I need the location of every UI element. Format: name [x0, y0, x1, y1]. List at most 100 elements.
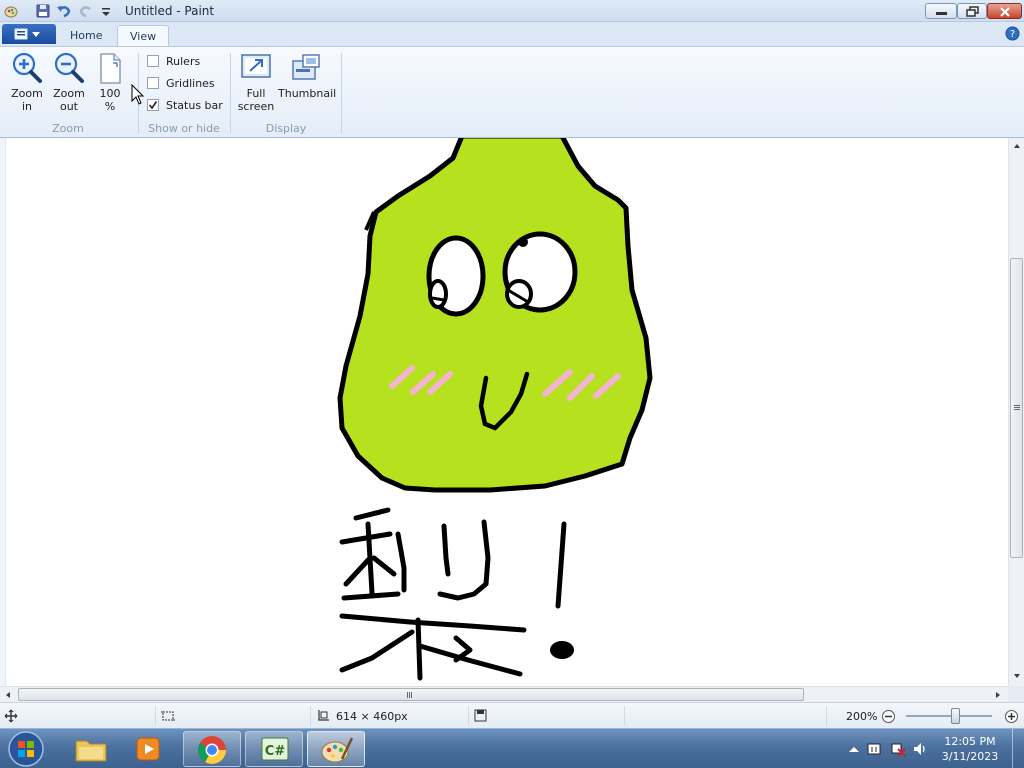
grip-icon — [1014, 405, 1020, 406]
minimize-icon — [936, 12, 947, 15]
selection-size-icon — [161, 711, 175, 721]
zoom-in-button[interactable]: Zoom in — [6, 51, 48, 113]
close-button[interactable] — [987, 3, 1022, 19]
zoom-group-label: Zoom — [52, 122, 84, 135]
statusbar-label: Status bar — [166, 99, 223, 112]
zoom-out-label-2: out — [59, 100, 78, 113]
full-screen-label-2: screen — [237, 100, 275, 113]
zoom-slider-track[interactable] — [906, 715, 992, 717]
zoom-in-icon — [12, 52, 42, 83]
canvas-area[interactable] — [0, 138, 1008, 686]
action-center-icon[interactable] — [866, 741, 882, 757]
zoom-level: 200% — [846, 710, 878, 723]
zoom-in-label-2: in — [21, 100, 33, 113]
ribbon-tab-row: Home View ? — [0, 22, 1024, 46]
close-icon — [1000, 7, 1010, 17]
vertical-scroll-thumb[interactable] — [1010, 258, 1023, 558]
volume-icon[interactable] — [912, 741, 928, 757]
window-title: Untitled - Paint — [125, 4, 215, 18]
svg-text:C#: C# — [265, 744, 286, 759]
gridlines-checkbox-box[interactable] — [147, 77, 159, 89]
actual-size-button[interactable]: 100 % — [92, 51, 128, 113]
zoom-out-label-1: Zoom — [53, 87, 85, 100]
redo-icon[interactable] — [78, 3, 94, 19]
clock-time: 12:05 PM — [944, 735, 996, 748]
help-icon[interactable]: ? — [1005, 26, 1020, 41]
grip-icon — [407, 692, 408, 698]
start-orb-icon[interactable] — [6, 730, 46, 768]
ribbon-panel: Zoom in Zoom out 100 % Zoom Rulers Gridl… — [0, 46, 1024, 138]
image-size-icon — [318, 710, 329, 721]
group-divider — [341, 53, 342, 133]
status-separator — [468, 706, 469, 726]
paint-menu-button[interactable] — [2, 24, 56, 44]
csharp-icon: C# — [261, 737, 289, 761]
mouse-cursor-icon — [131, 84, 145, 105]
zoom-out-button[interactable]: Zoom out — [48, 51, 90, 113]
customize-quick-access-icon[interactable] — [98, 3, 114, 19]
tab-home[interactable]: Home — [58, 25, 114, 46]
status-separator — [826, 706, 827, 726]
show-hidden-icons-icon[interactable] — [846, 741, 862, 757]
full-screen-button[interactable]: Full screen — [236, 51, 276, 113]
scrollbar-corner — [1008, 686, 1024, 702]
media-player-icon — [136, 737, 160, 761]
status-separator — [624, 706, 625, 726]
paint-app-icon[interactable] — [3, 3, 19, 19]
show-or-hide-group-label: Show or hide — [148, 122, 220, 135]
chrome-icon — [198, 736, 226, 764]
thumbnail-icon — [292, 54, 320, 80]
thumbnail-label: Thumbnail — [278, 87, 337, 100]
horizontal-scrollbar[interactable] — [0, 686, 1008, 702]
zoom-in-label-1: Zoom — [11, 87, 43, 100]
status-bar: 614 × 460px 200% — [0, 702, 1024, 728]
folder-icon — [75, 740, 107, 762]
full-screen-icon — [241, 54, 271, 78]
restore-button[interactable] — [957, 3, 987, 19]
disk-size-icon — [474, 709, 487, 722]
rulers-checkbox-box[interactable] — [147, 55, 159, 67]
status-separator — [310, 706, 311, 726]
scroll-down-icon[interactable] — [1013, 672, 1021, 680]
zoom-slider-thumb[interactable] — [951, 708, 960, 724]
drawing-canvas[interactable] — [0, 138, 1008, 686]
paint-icon — [321, 737, 354, 763]
group-divider — [230, 53, 231, 133]
actual-size-label-1: 100 — [99, 87, 121, 100]
gridlines-label: Gridlines — [166, 77, 215, 90]
thumbnail-button[interactable]: Thumbnail — [278, 51, 337, 100]
system-clock[interactable]: 12:05 PM 3/11/2023 — [930, 734, 1010, 764]
left-eye — [426, 235, 486, 317]
restore-icon — [966, 6, 979, 17]
scroll-up-icon[interactable] — [1013, 142, 1021, 150]
menu-icon — [14, 28, 40, 40]
cursor-position-icon — [4, 709, 18, 723]
clock-date: 3/11/2023 — [941, 750, 999, 763]
show-desktop-button[interactable] — [1012, 729, 1024, 768]
status-separator — [155, 706, 156, 726]
page-100-icon — [100, 53, 121, 84]
network-icon[interactable] — [890, 741, 906, 757]
scroll-right-icon[interactable] — [994, 691, 1002, 699]
statusbar-checkbox-box[interactable] — [147, 99, 159, 111]
taskbar-chrome[interactable] — [183, 731, 241, 767]
zoom-in-small-icon[interactable] — [1004, 709, 1019, 724]
horizontal-scroll-thumb[interactable] — [18, 688, 804, 701]
vertical-scrollbar[interactable] — [1008, 138, 1024, 686]
taskbar-csharp-app[interactable]: C# — [245, 731, 303, 767]
svg-text:?: ? — [1010, 29, 1015, 40]
taskbar: C# 12:05 PM 3/11/2023 — [0, 728, 1024, 768]
undo-icon[interactable] — [56, 3, 72, 19]
image-dimensions: 614 × 460px — [336, 710, 408, 723]
scroll-left-icon[interactable] — [4, 691, 12, 699]
right-eye — [502, 231, 578, 313]
save-icon[interactable] — [35, 3, 51, 19]
taskbar-media-player[interactable] — [120, 731, 178, 767]
minimize-button[interactable] — [925, 3, 957, 19]
taskbar-paint[interactable] — [307, 731, 365, 767]
tab-view[interactable]: View — [117, 25, 170, 46]
title-bar: Untitled - Paint — [0, 0, 1024, 22]
zoom-out-small-icon[interactable] — [881, 709, 896, 724]
taskbar-file-explorer[interactable] — [62, 731, 120, 767]
full-screen-label-1: Full — [246, 87, 266, 100]
